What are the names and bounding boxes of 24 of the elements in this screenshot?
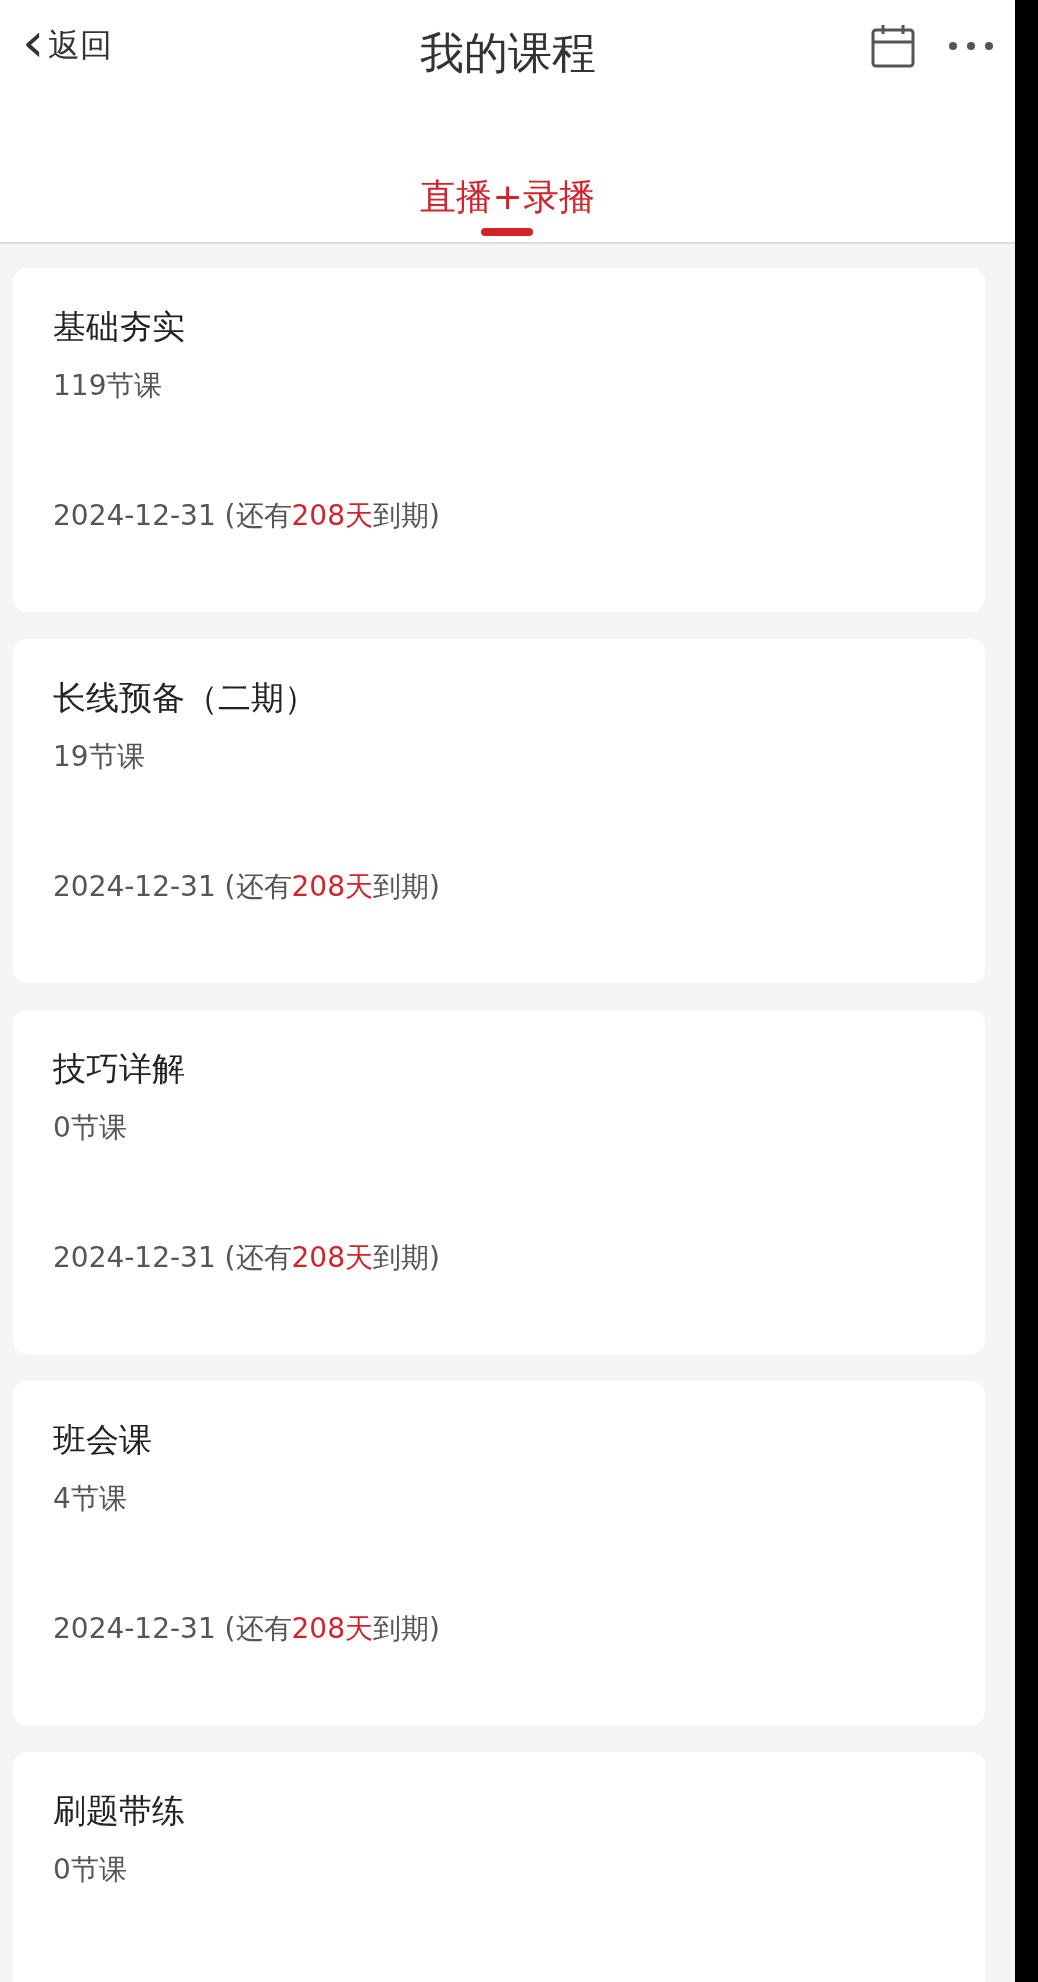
course-card[interactable]: 班会课 4节课 2024-12-31 (还有208天到期)	[13, 1381, 985, 1725]
course-card[interactable]: 刷题带练 0节课	[13, 1752, 985, 1982]
page-title: 我的课程	[418, 26, 597, 80]
back-button[interactable]: ‹返回	[22, 22, 113, 70]
lesson-count: 4节课	[53, 1481, 128, 1517]
expiry-date: 2024-12-31 (还有208天到期)	[53, 498, 441, 534]
course-title: 刷题带练	[53, 1790, 186, 1832]
lesson-count: 119节课	[53, 368, 164, 404]
course-title: 基础夯实	[53, 306, 186, 348]
lesson-count: 0节课	[53, 1110, 128, 1146]
course-card[interactable]: 基础夯实 119节课 2024-12-31 (还有208天到期)	[13, 268, 985, 612]
more-icon[interactable]	[947, 40, 995, 52]
tab[interactable]: 直播+录播	[420, 92, 595, 242]
lesson-count: 0节课	[53, 1852, 128, 1888]
course-card[interactable]: 技巧详解 0节课 2024-12-31 (还有208天到期)	[13, 1010, 985, 1354]
expiry-date: 2024-12-31 (还有208天到期)	[53, 869, 441, 905]
expiry-date: 2024-12-31 (还有208天到期)	[53, 1240, 441, 1276]
lesson-count: 19节课	[53, 739, 146, 775]
expiry-date: 2024-12-31 (还有208天到期)	[53, 1611, 441, 1647]
course-title: 长线预备（二期）	[53, 677, 318, 719]
course-title: 技巧详解	[53, 1048, 186, 1090]
course-card[interactable]: 长线预备（二期） 19节课 2024-12-31 (还有208天到期)	[13, 639, 985, 983]
course-title: 班会课	[53, 1419, 153, 1461]
calendar-icon[interactable]	[869, 22, 917, 70]
